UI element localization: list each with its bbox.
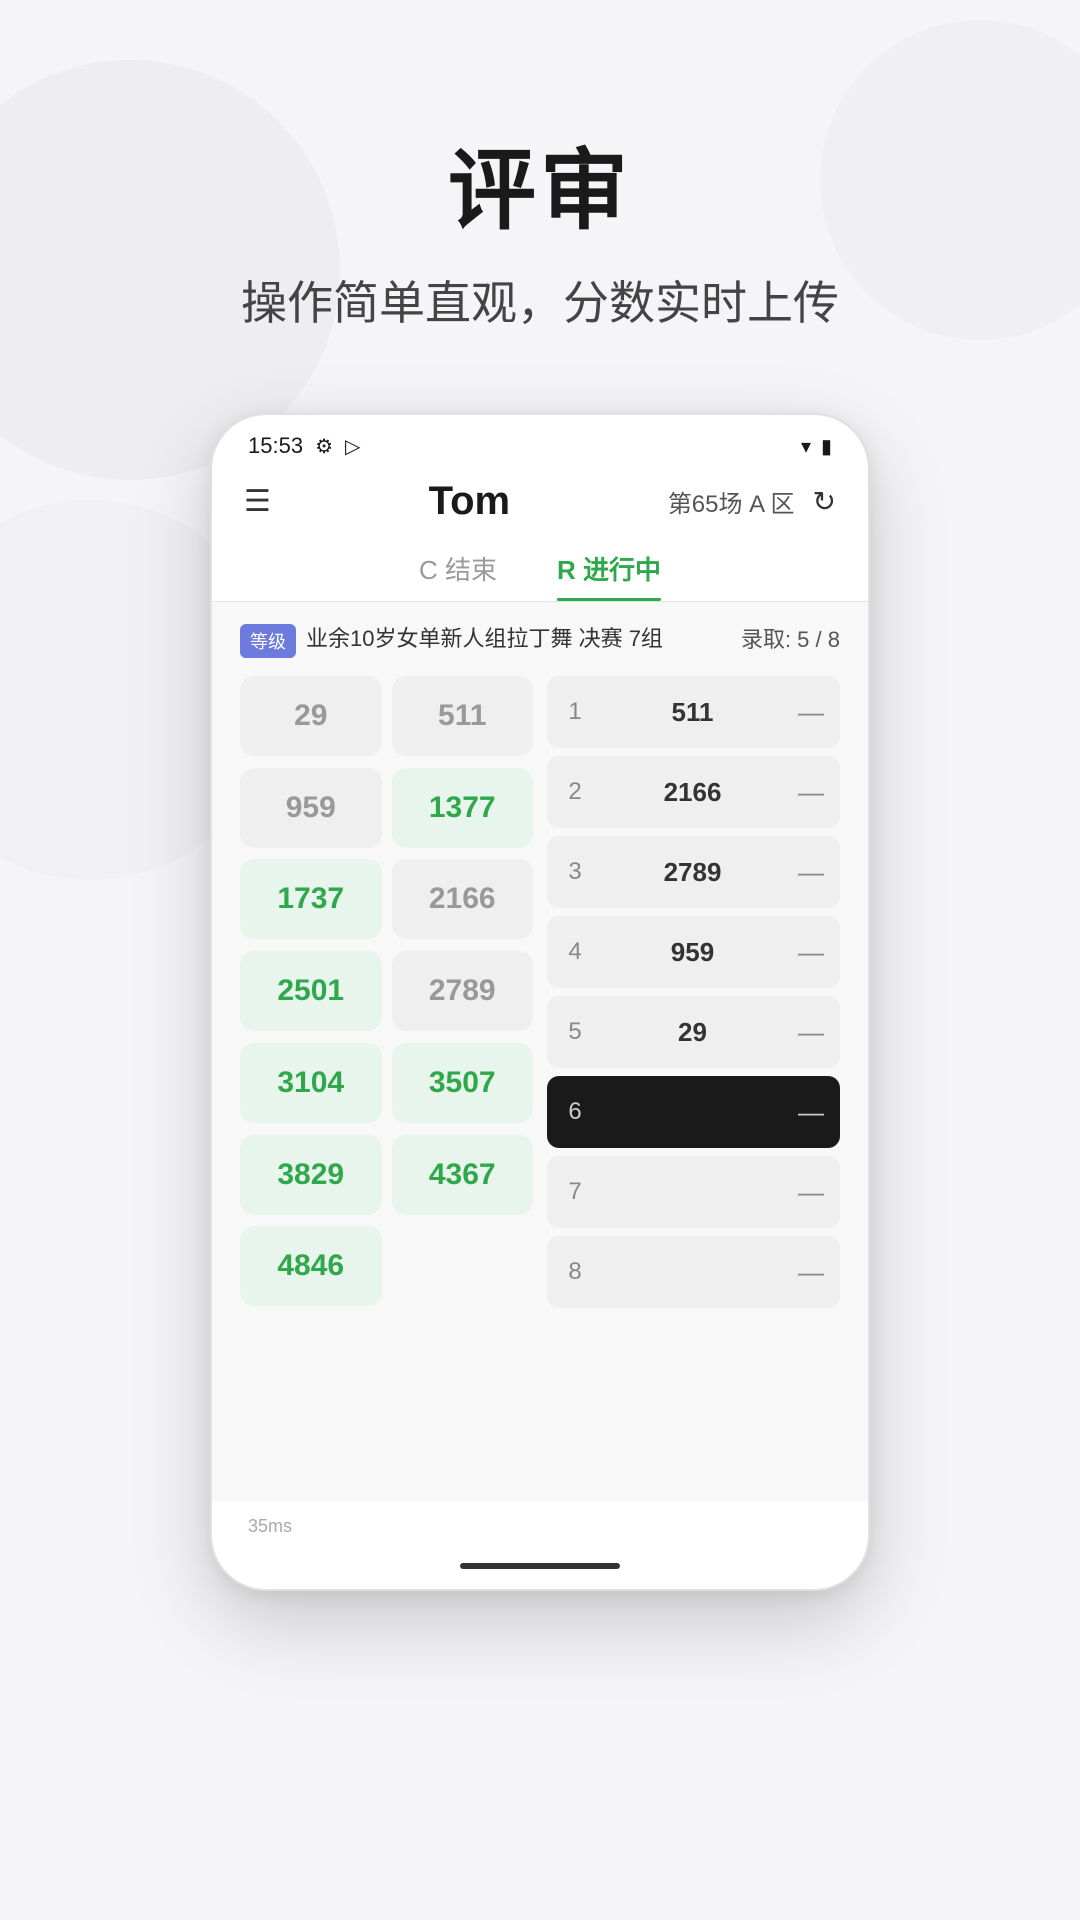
play-icon: ▷ <box>345 434 360 459</box>
tab-r[interactable]: R 进行中 <box>557 550 661 601</box>
phone-wrapper: 15:53 ⚙ ▷ ▾ ▮ ☰ Tom 第65场 A 区 ↻ C 结束 <box>210 413 870 1591</box>
debug-time: 35ms <box>248 1516 292 1537</box>
admit-info: 录取: 5 / 8 <box>741 622 840 654</box>
bg-circle-2 <box>820 20 1080 340</box>
status-right: ▾ ▮ <box>801 434 832 459</box>
phone-frame: 15:53 ⚙ ▷ ▾ ▮ ☰ Tom 第65场 A 区 ↻ C 结束 <box>210 413 870 1591</box>
contest-info: 等级 业余10岁女单新人组拉丁舞 决赛 7组 <box>240 622 663 658</box>
battery-icon: ▮ <box>821 434 832 459</box>
num-cell-1377[interactable]: 1377 <box>392 768 534 848</box>
settings-icon: ⚙ <box>315 434 333 459</box>
session-info: 第65场 A 区 <box>668 484 795 519</box>
wifi-icon: ▾ <box>801 434 811 459</box>
hero-section: 评审 操作简单直观，分数实时上传 <box>241 120 839 333</box>
hero-title: 评审 <box>241 120 839 247</box>
rank-row-2[interactable]: 2 2166 — <box>547 756 840 828</box>
num-cell-959[interactable]: 959 <box>240 768 382 848</box>
contest-header: 等级 业余10岁女单新人组拉丁舞 决赛 7组 录取: 5 / 8 <box>240 622 840 658</box>
rank-row-3[interactable]: 3 2789 — <box>547 836 840 908</box>
rank-row-6[interactable]: 6 — <box>547 1076 840 1148</box>
phone-footer: 35ms <box>212 1502 868 1551</box>
right-list: 1 511 — 2 2166 — 3 2789 — <box>547 676 840 1308</box>
rank-row-8[interactable]: 8 — <box>547 1236 840 1308</box>
num-cell-1737[interactable]: 1737 <box>240 859 382 939</box>
header-right: 第65场 A 区 ↻ <box>668 484 836 519</box>
num-cell-4846[interactable]: 4846 <box>240 1226 382 1306</box>
rank-row-1[interactable]: 1 511 — <box>547 676 840 748</box>
status-time: 15:53 <box>248 433 303 459</box>
num-cell-4367[interactable]: 4367 <box>392 1135 534 1215</box>
status-left: 15:53 ⚙ ▷ <box>248 433 360 459</box>
refresh-icon[interactable]: ↻ <box>813 485 836 518</box>
rank-row-5[interactable]: 5 29 — <box>547 996 840 1068</box>
num-cell-2501[interactable]: 2501 <box>240 951 382 1031</box>
menu-icon[interactable]: ☰ <box>244 484 271 519</box>
home-indicator <box>460 1563 620 1569</box>
hero-subtitle: 操作简单直观，分数实时上传 <box>241 267 839 333</box>
left-grid: 29 511 959 1377 1737 2166 2501 2789 3104… <box>240 676 533 1308</box>
home-bar <box>212 1551 868 1589</box>
num-cell-3507[interactable]: 3507 <box>392 1043 534 1123</box>
grade-badge: 等级 <box>240 624 296 658</box>
grid-container: 29 511 959 1377 1737 2166 2501 2789 3104… <box>240 676 840 1308</box>
num-cell-2789[interactable]: 2789 <box>392 951 534 1031</box>
num-cell-2166[interactable]: 2166 <box>392 859 534 939</box>
num-cell-3104[interactable]: 3104 <box>240 1043 382 1123</box>
tab-c[interactable]: C 结束 <box>419 550 497 601</box>
num-cell-3829[interactable]: 3829 <box>240 1135 382 1215</box>
num-cell-511[interactable]: 511 <box>392 676 534 756</box>
content-area: 等级 业余10岁女单新人组拉丁舞 决赛 7组 录取: 5 / 8 29 511 … <box>212 602 868 1502</box>
tabs: C 结束 R 进行中 <box>212 540 868 602</box>
rank-row-4[interactable]: 4 959 — <box>547 916 840 988</box>
app-title: Tom <box>429 479 510 524</box>
app-header: ☰ Tom 第65场 A 区 ↻ <box>212 467 868 540</box>
contest-name: 业余10岁女单新人组拉丁舞 决赛 7组 <box>306 622 663 655</box>
rank-row-7[interactable]: 7 — <box>547 1156 840 1228</box>
status-bar: 15:53 ⚙ ▷ ▾ ▮ <box>212 415 868 467</box>
num-cell-29[interactable]: 29 <box>240 676 382 756</box>
